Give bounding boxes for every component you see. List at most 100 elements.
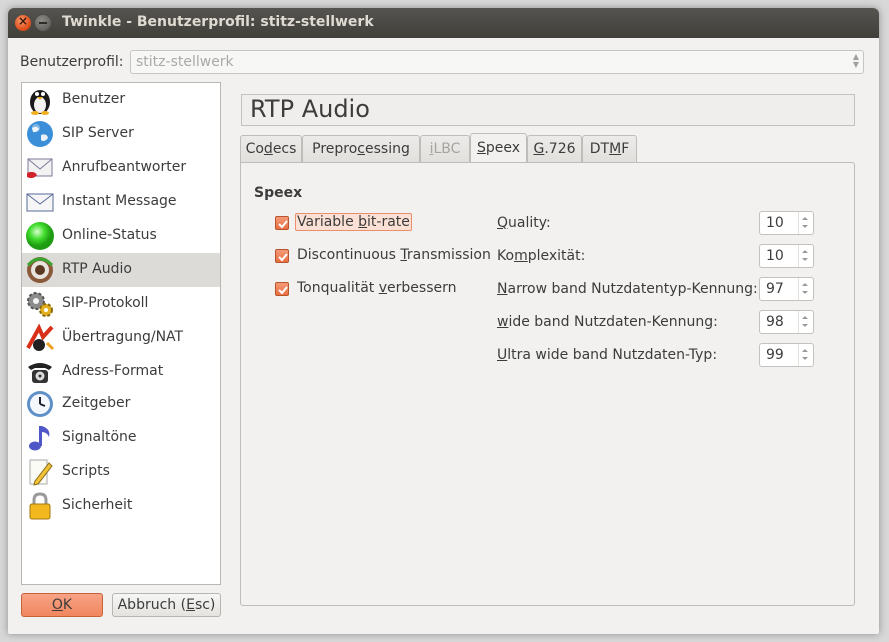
checkbox-checked-icon[interactable]	[275, 216, 289, 230]
section-title: Speex	[254, 185, 303, 201]
sidebar-item-anrufbeantworter[interactable]: Anrufbeantworter	[22, 151, 220, 185]
tab-label-post: F	[621, 141, 630, 157]
tab-codecs[interactable]: Codecs	[240, 135, 302, 162]
spin-arrows[interactable]	[798, 212, 813, 234]
checkbox-label: Variable bit-rate	[295, 213, 412, 231]
narrow-band-spinbox[interactable]: 97	[759, 277, 814, 301]
tab-mnemonic: c	[357, 141, 365, 157]
spin-down-icon[interactable]	[802, 324, 808, 327]
spin-arrows[interactable]	[798, 344, 813, 366]
telephone-icon	[28, 363, 52, 383]
narrow-band-label: Narrow band Nutzdatentyp-Kennung:	[497, 281, 758, 297]
profile-select[interactable]: stitz-stellwerk ▲ ▼	[130, 50, 864, 74]
cancel-label-post: sc)	[194, 597, 216, 613]
spin-up-icon[interactable]	[802, 349, 808, 352]
spin-up-icon[interactable]	[802, 217, 808, 220]
sidebar-item-label: SIP-Protokoll	[62, 295, 149, 311]
label-mnemonic: w	[497, 314, 509, 330]
pencil-paper-icon	[29, 459, 53, 486]
spin-down-icon[interactable]	[802, 291, 808, 294]
ultra-wide-band-label: Ultra wide band Nutzdaten-Typ:	[497, 347, 717, 363]
tab-label-pre: Co	[245, 141, 264, 157]
tab-label-post: ecs	[272, 141, 297, 157]
wide-band-spinbox[interactable]: 98	[759, 310, 814, 334]
tab-label-post: essing	[365, 141, 410, 157]
label-post: ltra wide band Nutzdaten-Typ:	[507, 347, 718, 363]
ok-button[interactable]: OK	[21, 593, 103, 617]
sidebar-item-label: Übertragung/NAT	[62, 329, 184, 345]
sidebar-item-label: Instant Message	[62, 193, 177, 209]
komplexitaet-spinbox[interactable]: 10	[759, 244, 814, 268]
close-window-button[interactable]: ×	[15, 14, 31, 31]
sidebar-item-scripts[interactable]: Scripts	[22, 455, 220, 489]
spinbox-value: 97	[766, 281, 784, 297]
sidebar-item-sip-server[interactable]: SIP Server	[22, 117, 220, 151]
padlock-icon	[29, 492, 51, 520]
spin-up-icon[interactable]	[802, 316, 808, 319]
ok-label-post: K	[62, 597, 73, 613]
spinbox-value: 10	[766, 248, 784, 264]
sidebar-item-sip-protokoll[interactable]: SIP-Protokoll	[22, 287, 220, 321]
penguin-icon	[30, 90, 50, 115]
sidebar-item-online-status[interactable]: Online-Status	[22, 219, 220, 253]
page-title: RTP Audio	[250, 95, 370, 123]
tab-mnemonic: M	[609, 141, 622, 157]
spin-up-icon[interactable]	[802, 250, 808, 253]
green-orb-icon	[26, 222, 54, 250]
titlebar[interactable]: × Twinkle - Benutzerprofil: stitz-stellw…	[8, 8, 879, 38]
wide-band-label: wide band Nutzdaten-Kennung:	[497, 314, 718, 330]
speex-tab-panel: Speex Variable bit-rate Discontinuous Tr…	[240, 162, 855, 606]
tab-preprocessing[interactable]: Preprocessing	[302, 135, 420, 162]
close-icon: ×	[17, 14, 29, 28]
globe-icon	[27, 121, 53, 147]
quality-spinbox[interactable]: 10	[759, 211, 814, 235]
sidebar-item-adress-format[interactable]: Adress-Format	[22, 355, 220, 389]
tab-speex[interactable]: Speex	[470, 133, 527, 163]
spinbox-value: 99	[766, 347, 784, 363]
tab-mnemonic: G	[533, 141, 545, 157]
label-pre: Tonqualität	[297, 280, 379, 296]
sidebar-item-benutzer[interactable]: Benutzer	[22, 83, 220, 117]
profile-select-value: stitz-stellwerk	[136, 54, 234, 70]
spin-arrows[interactable]	[798, 311, 813, 333]
tab-mnemonic: d	[263, 141, 273, 157]
label-post: ide band Nutzdaten-Kennung:	[508, 314, 718, 330]
cancel-label-pre: Abbruch (	[117, 597, 187, 613]
checkbox-checked-icon[interactable]	[275, 282, 289, 296]
label-mnemonic: b	[358, 214, 368, 230]
tab-label-post: .726	[544, 141, 576, 157]
sidebar-item-zeitgeber[interactable]: Zeitgeber	[22, 387, 220, 421]
tab-dtmf[interactable]: DTMF	[582, 135, 637, 162]
spin-down-icon[interactable]	[802, 225, 808, 228]
sidebar-item-instant-message[interactable]: Instant Message	[22, 185, 220, 219]
sidebar-item-label: RTP Audio	[62, 261, 132, 277]
spin-down-icon[interactable]	[802, 357, 808, 360]
checkbox-checked-icon[interactable]	[275, 249, 289, 263]
speaker-icon	[26, 257, 54, 283]
sidebar-item-uebertragung-nat[interactable]: Übertragung/NAT	[22, 321, 220, 355]
sidebar-item-label: Anrufbeantworter	[62, 159, 187, 175]
ultra-wide-band-spinbox[interactable]: 99	[759, 343, 814, 367]
quality-label: Quality:	[497, 215, 551, 231]
tab-g726[interactable]: G.726	[527, 135, 582, 162]
cancel-button[interactable]: Abbruch (Esc)	[112, 593, 221, 617]
spin-arrows[interactable]	[798, 245, 813, 267]
sidebar-item-signaltoene[interactable]: Signaltöne	[22, 421, 220, 455]
label-pre: Discontinuous	[297, 247, 401, 263]
sidebar-item-label: Sicherheit	[62, 497, 133, 513]
tab-ilbc[interactable]: iLBC	[420, 135, 470, 162]
sidebar-item-sicherheit[interactable]: Sicherheit	[22, 489, 220, 523]
minimize-window-button[interactable]	[35, 15, 51, 31]
spin-down-icon[interactable]	[802, 258, 808, 261]
page-header: RTP Audio	[241, 94, 855, 126]
label-post: it-rate	[367, 214, 410, 230]
music-note-icon	[29, 426, 50, 451]
spin-arrows[interactable]	[798, 278, 813, 300]
spin-up-icon[interactable]	[802, 283, 808, 286]
tab-label-pre: Prepro	[312, 141, 358, 157]
sidebar-item-label: Adress-Format	[62, 363, 164, 379]
sidebar-item-rtp-audio[interactable]: RTP Audio	[22, 253, 220, 287]
label-mnemonic: v	[378, 280, 388, 296]
label-mnemonic: m	[514, 248, 528, 264]
label-mnemonic: N	[497, 281, 508, 297]
